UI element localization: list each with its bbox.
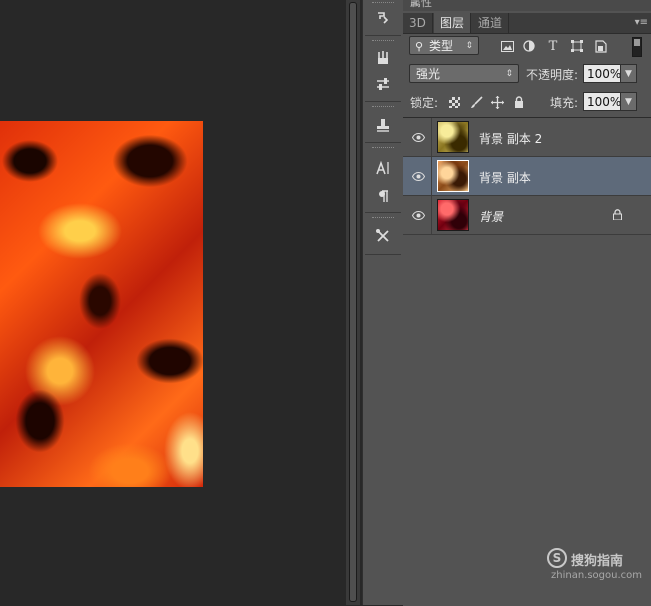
blend-mode-select[interactable]: 强光 ⇕: [409, 64, 519, 83]
layer-filter-select[interactable]: ⚲ 类型 ⇕: [409, 36, 479, 55]
dock-grip[interactable]: [372, 147, 394, 151]
dock-separator: [365, 212, 401, 213]
tab-layers[interactable]: 图层: [434, 13, 472, 33]
adjustment-filter-icon[interactable]: [521, 38, 537, 54]
lock-all-icon[interactable]: [511, 94, 527, 110]
blend-mode-value: 强光: [416, 67, 441, 81]
dock-separator: [365, 35, 401, 36]
dock-separator: [365, 101, 401, 102]
layer-name[interactable]: 背景 副本 2: [479, 130, 542, 147]
type-filter-icon[interactable]: T: [545, 38, 561, 54]
dock-separator: [365, 142, 401, 143]
lock-position-icon[interactable]: [489, 94, 505, 110]
layer-thumbnail[interactable]: [437, 160, 469, 192]
search-icon: ⚲: [415, 40, 424, 53]
image-filter-icon[interactable]: [499, 38, 515, 54]
layer-name[interactable]: 背景: [479, 208, 503, 225]
shape-filter-icon[interactable]: [569, 38, 585, 54]
eye-icon[interactable]: [410, 207, 426, 223]
layer-row[interactable]: 背景 副本: [403, 157, 651, 196]
canvas-scrollbar[interactable]: [346, 0, 360, 605]
layer-row[interactable]: 背景: [403, 196, 651, 235]
clone-source-icon[interactable]: [369, 113, 397, 137]
scrollbar-thumb[interactable]: [349, 2, 357, 602]
chevron-updown-icon: ⇕: [465, 41, 473, 51]
visibility-column-divider: [431, 157, 432, 195]
tab-3d[interactable]: 3D: [403, 13, 433, 33]
watermark-name: 搜狗指南: [571, 554, 624, 569]
dock-grip[interactable]: [372, 106, 394, 110]
filter-kind-value: 类型: [429, 39, 454, 53]
visibility-column-divider: [431, 196, 432, 234]
fill-input[interactable]: 100%: [583, 92, 621, 111]
panel-tabs: 3D 图层 通道 ▾≡: [403, 13, 651, 34]
dock-grip[interactable]: [372, 217, 394, 221]
dock-separator: [365, 254, 401, 255]
opacity-input[interactable]: 100%: [583, 64, 621, 83]
canvas-area[interactable]: [0, 0, 346, 605]
watermark-url: zhinan.sogou.com: [551, 570, 643, 581]
opacity-dropdown-button[interactable]: ▼: [620, 64, 637, 83]
panel-menu-icon[interactable]: ▾≡: [635, 17, 648, 28]
layers-list: 背景 副本 2 背景 副本 背景: [403, 117, 651, 606]
layer-name[interactable]: 背景 副本: [479, 169, 531, 186]
fill-dropdown-button[interactable]: ▼: [620, 92, 637, 111]
lock-icon: [610, 207, 624, 221]
lock-label: 锁定:: [410, 96, 439, 110]
adjustments-icon[interactable]: [369, 72, 397, 96]
visibility-column-divider: [431, 118, 432, 156]
layer-row[interactable]: 背景 副本 2: [403, 118, 651, 157]
panel-menu-icon[interactable]: ≡: [410, 0, 648, 11]
eye-icon[interactable]: [410, 129, 426, 145]
lock-image-pixels-icon[interactable]: [468, 94, 484, 110]
layer-thumbnail[interactable]: [437, 199, 469, 231]
lock-transparent-pixels-icon[interactable]: [446, 94, 462, 110]
paragraph-icon[interactable]: [369, 184, 397, 208]
panel-dock-strip: [362, 0, 404, 605]
properties-panel-header[interactable]: 属性 ≡: [403, 0, 651, 11]
watermark: S 搜狗指南 zhinan.sogou.com: [547, 548, 647, 588]
eye-icon[interactable]: [410, 168, 426, 184]
layer-thumbnail[interactable]: [437, 121, 469, 153]
fill-label: 填充:: [550, 96, 579, 110]
dock-grip[interactable]: [372, 40, 394, 44]
document-image[interactable]: [0, 121, 203, 487]
sogou-logo-icon: S: [547, 548, 567, 568]
brush-presets-icon[interactable]: [369, 46, 397, 70]
history-icon[interactable]: [369, 6, 397, 30]
tool-presets-icon[interactable]: [369, 224, 397, 248]
tab-channels[interactable]: 通道: [472, 13, 510, 33]
smart-object-filter-icon[interactable]: [593, 38, 609, 54]
chevron-updown-icon: ⇕: [505, 69, 513, 79]
layers-panel: 属性 ≡ 3D 图层 通道 ▾≡ ⚲ 类型 ⇕ T 强光 ⇕ 不透明度: 100…: [403, 0, 651, 606]
filter-toggle[interactable]: [632, 37, 642, 57]
opacity-label: 不透明度:: [526, 68, 579, 82]
character-icon[interactable]: [369, 156, 397, 180]
